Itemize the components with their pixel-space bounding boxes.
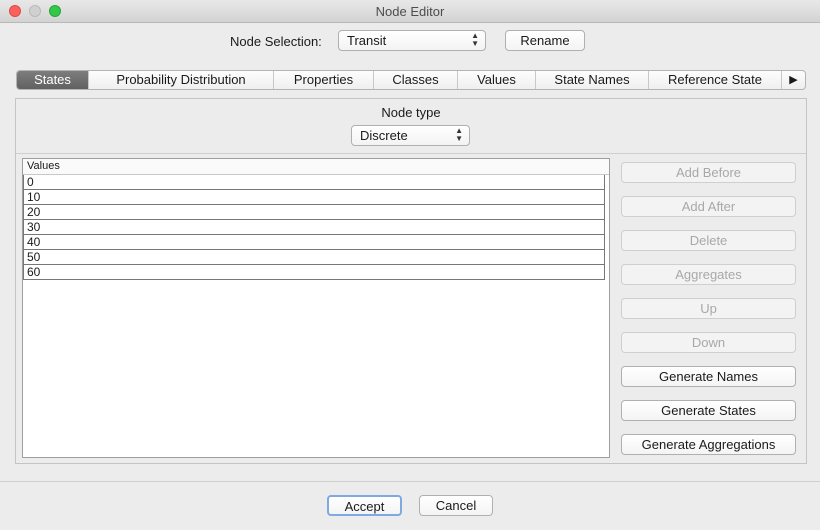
updown-chevron-icon: ▲ ▼ [471,31,479,48]
generate-states-button[interactable]: Generate States [621,400,796,421]
aggregates-button[interactable]: Aggregates [621,264,796,285]
window-title: Node Editor [375,4,445,19]
tab-properties[interactable]: Properties [274,71,374,89]
node-selection-label: Node Selection: [230,34,322,49]
table-row[interactable]: 0 [23,175,605,190]
table-row[interactable]: 10 [23,190,605,205]
table-row[interactable]: 40 [23,235,605,250]
tab-classes[interactable]: Classes [374,71,458,89]
states-panel: Node type Discrete ▲ ▼ Values 0 10 20 30 … [15,98,807,464]
tab-values[interactable]: Values [458,71,536,89]
table-row[interactable]: 20 [23,205,605,220]
tab-reference-state[interactable]: Reference State [649,71,782,89]
title-bar: Node Editor [0,0,820,23]
footer-divider [0,481,820,482]
delete-button[interactable]: Delete [621,230,796,251]
divider [16,153,806,154]
generate-names-button[interactable]: Generate Names [621,366,796,387]
add-after-button[interactable]: Add After [621,196,796,217]
cancel-button[interactable]: Cancel [419,495,493,516]
rename-button[interactable]: Rename [505,30,585,51]
accept-button[interactable]: Accept [327,495,402,516]
tab-bar: States Probability Distribution Properti… [16,70,806,90]
tab-states[interactable]: States [17,71,89,89]
table-row[interactable]: 50 [23,250,605,265]
node-selection-value: Transit [347,33,387,48]
tab-scroll-right-icon[interactable]: ▶ [782,71,805,89]
node-selection-dropdown[interactable]: Transit ▲ ▼ [338,30,486,51]
values-column-header[interactable]: Values [23,159,609,175]
node-editor-window: Node Editor Node Selection: Transit ▲ ▼ R… [0,0,820,530]
node-type-label: Node type [381,105,441,120]
tab-state-names[interactable]: State Names [536,71,649,89]
node-type-value: Discrete [360,128,408,143]
down-button[interactable]: Down [621,332,796,353]
add-before-button[interactable]: Add Before [621,162,796,183]
table-row[interactable]: 60 [23,265,605,280]
values-table[interactable]: Values 0 10 20 30 40 50 60 [22,158,610,458]
node-type-dropdown[interactable]: Discrete ▲ ▼ [351,125,470,146]
generate-aggregations-button[interactable]: Generate Aggregations [621,434,796,455]
up-button[interactable]: Up [621,298,796,319]
tab-probability-distribution[interactable]: Probability Distribution [89,71,274,89]
table-row[interactable]: 30 [23,220,605,235]
updown-chevron-icon: ▲ ▼ [455,126,463,143]
